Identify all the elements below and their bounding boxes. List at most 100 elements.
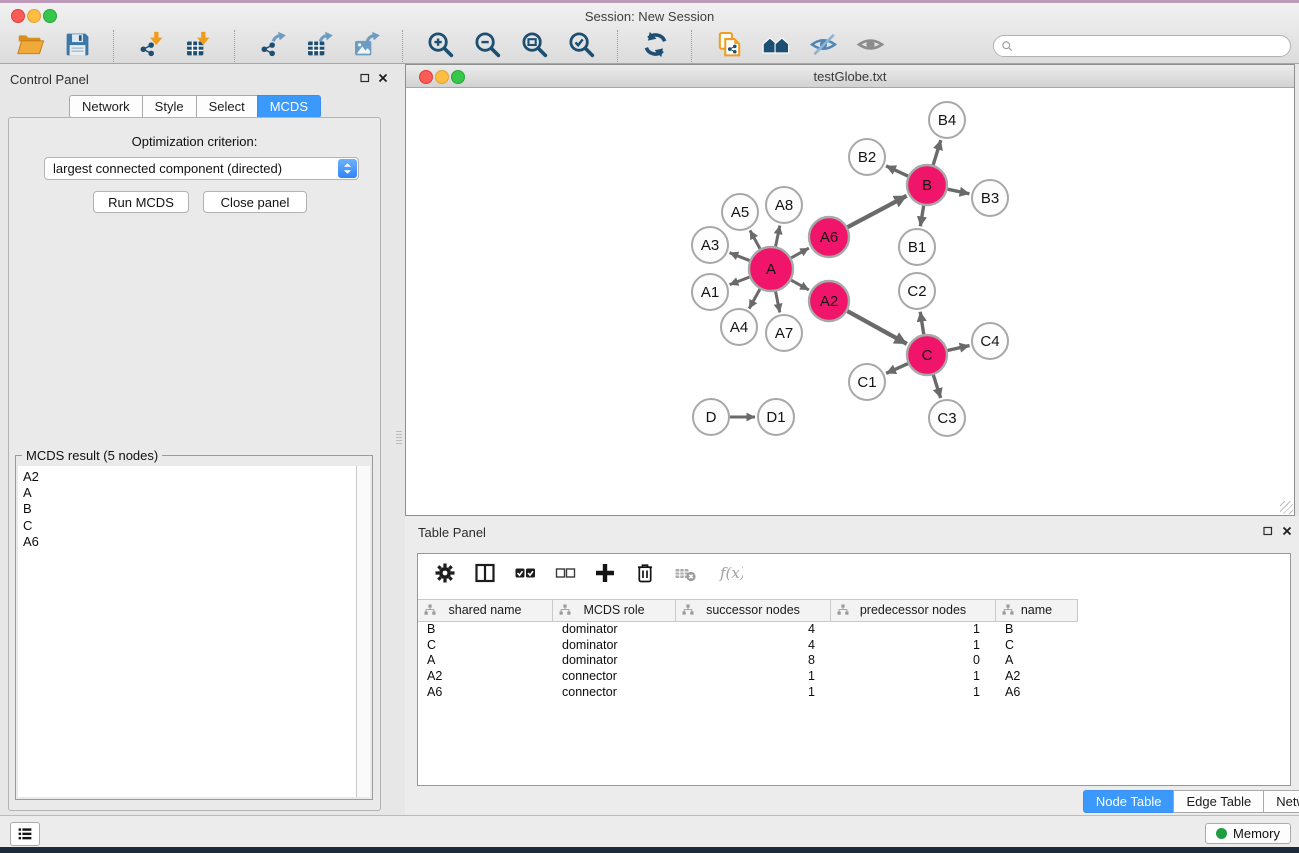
table-cell[interactable]: A [996, 653, 1078, 669]
export-image-button[interactable] [350, 31, 382, 63]
column-header-predecessor-nodes[interactable]: predecessor nodes [831, 600, 996, 621]
table-cell[interactable]: 1 [831, 669, 996, 685]
search-input[interactable] [1015, 36, 1290, 56]
table-cell[interactable]: A [418, 653, 553, 669]
table-cell[interactable]: connector [553, 669, 676, 685]
table-cell[interactable]: C [418, 638, 553, 654]
table-cell[interactable]: 1 [831, 685, 996, 701]
table-cell[interactable]: B [418, 622, 553, 638]
import-network-button[interactable] [135, 31, 167, 63]
table-cell[interactable]: 8 [676, 653, 831, 669]
show-columns-button[interactable] [472, 562, 498, 588]
table-cell[interactable]: dominator [553, 622, 676, 638]
table-cell[interactable]: B [996, 622, 1078, 638]
result-list-item[interactable]: A [18, 485, 356, 501]
table-cell[interactable]: 1 [831, 622, 996, 638]
table-cell[interactable]: A2 [996, 669, 1078, 685]
graph-node-B4[interactable]: B4 [929, 102, 965, 138]
result-list-item[interactable]: B [18, 501, 356, 517]
graph-node-A[interactable]: A [749, 247, 793, 291]
graph-edge-B-B2[interactable] [886, 166, 910, 177]
graph-edge-A2-C[interactable] [846, 310, 907, 344]
network-window-titlebar[interactable]: testGlobe.txt [406, 65, 1294, 88]
graph-node-A1[interactable]: A1 [692, 274, 728, 310]
result-list-item[interactable]: A2 [18, 469, 356, 485]
search-field[interactable] [993, 35, 1291, 57]
table-cell[interactable]: connector [553, 685, 676, 701]
zoom-in-button[interactable] [424, 31, 456, 63]
graph-node-B[interactable]: B [907, 165, 947, 205]
graph-edge-A-A7[interactable] [775, 290, 780, 313]
zoom-fit-button[interactable] [518, 31, 550, 63]
table-cell[interactable]: 1 [831, 638, 996, 654]
graph-edge-C-C3[interactable] [933, 373, 941, 398]
tab-select[interactable]: Select [196, 95, 258, 118]
table-cell[interactable]: A2 [418, 669, 553, 685]
resize-grip-icon[interactable] [1280, 501, 1293, 514]
tab-network-table[interactable]: Network Table [1263, 790, 1299, 813]
graph-edge-A-A6[interactable] [789, 248, 808, 259]
table-cell[interactable]: dominator [553, 653, 676, 669]
graph-node-D1[interactable]: D1 [758, 399, 794, 435]
table-row[interactable]: Bdominator41B [418, 622, 1078, 638]
scrollbar-track[interactable] [356, 466, 370, 797]
tab-network[interactable]: Network [69, 95, 143, 118]
graph-node-C3[interactable]: C3 [929, 400, 965, 436]
graph-node-A6[interactable]: A6 [809, 217, 849, 257]
tab-style[interactable]: Style [142, 95, 197, 118]
graph-node-A2[interactable]: A2 [809, 281, 849, 321]
mcds-result-list[interactable]: A2ABCA6 [18, 466, 370, 797]
add-column-button[interactable] [592, 562, 618, 588]
graph-edge-B-B1[interactable] [920, 204, 924, 227]
table-cell[interactable]: 0 [831, 653, 996, 669]
zoom-out-button[interactable] [471, 31, 503, 63]
column-header-MCDS-role[interactable]: MCDS role [553, 600, 676, 621]
table-cell[interactable]: A6 [996, 685, 1078, 701]
zoom-selected-button[interactable] [565, 31, 597, 63]
graph-edge-A-A3[interactable] [730, 253, 752, 262]
task-history-button[interactable] [10, 822, 40, 846]
graph-node-A7[interactable]: A7 [766, 315, 802, 351]
graph-edge-A-A8[interactable] [775, 226, 780, 249]
graph-node-C[interactable]: C [907, 335, 947, 375]
table-cell[interactable]: 1 [676, 669, 831, 685]
graph-edge-A-A2[interactable] [789, 279, 808, 290]
float-panel-icon[interactable] [1261, 524, 1274, 537]
graph-edge-C-C2[interactable] [920, 312, 924, 336]
splitter-grip[interactable] [396, 431, 402, 445]
home-view-button[interactable] [760, 31, 792, 63]
table-cell[interactable]: C [996, 638, 1078, 654]
export-table-button[interactable] [303, 31, 335, 63]
table-cell[interactable]: dominator [553, 638, 676, 654]
table-cell[interactable]: 1 [676, 685, 831, 701]
table-cell[interactable]: 4 [676, 622, 831, 638]
close-panel-button[interactable]: Close panel [203, 191, 307, 213]
network-graph-canvas[interactable]: AA6A2BCA1A3A5A8A4A7B2B4B3B1C2C4C1C3DD1 [406, 87, 1293, 515]
table-row[interactable]: Cdominator41C [418, 638, 1078, 654]
table-row[interactable]: A2connector11A2 [418, 669, 1078, 685]
run-mcds-button[interactable]: Run MCDS [93, 191, 189, 213]
graph-edge-C-C1[interactable] [886, 363, 910, 374]
graph-node-A5[interactable]: A5 [722, 194, 758, 230]
graph-node-A8[interactable]: A8 [766, 187, 802, 223]
hide-graphics-details-button[interactable] [807, 31, 839, 63]
select-all-button[interactable] [512, 562, 538, 588]
criterion-dropdown[interactable]: largest connected component (directed) [44, 157, 359, 180]
memory-button[interactable]: Memory [1205, 823, 1291, 844]
graph-edge-A-A4[interactable] [749, 287, 761, 308]
graph-node-B3[interactable]: B3 [972, 180, 1008, 216]
graph-edge-B-B3[interactable] [946, 189, 970, 194]
refresh-view-button[interactable] [639, 31, 671, 63]
table-cell[interactable]: A6 [418, 685, 553, 701]
clone-network-button[interactable] [713, 31, 745, 63]
import-table-button[interactable] [182, 31, 214, 63]
column-header-successor-nodes[interactable]: successor nodes [676, 600, 831, 621]
save-session-button[interactable] [61, 31, 93, 63]
tab-edge-table[interactable]: Edge Table [1173, 790, 1264, 813]
table-row[interactable]: Adominator80A [418, 653, 1078, 669]
graph-edge-A-A1[interactable] [730, 276, 752, 284]
graph-edge-B-B4[interactable] [933, 140, 941, 167]
float-panel-icon[interactable] [358, 71, 371, 84]
graph-node-B1[interactable]: B1 [899, 229, 935, 265]
graph-edge-A-A5[interactable] [750, 230, 761, 250]
